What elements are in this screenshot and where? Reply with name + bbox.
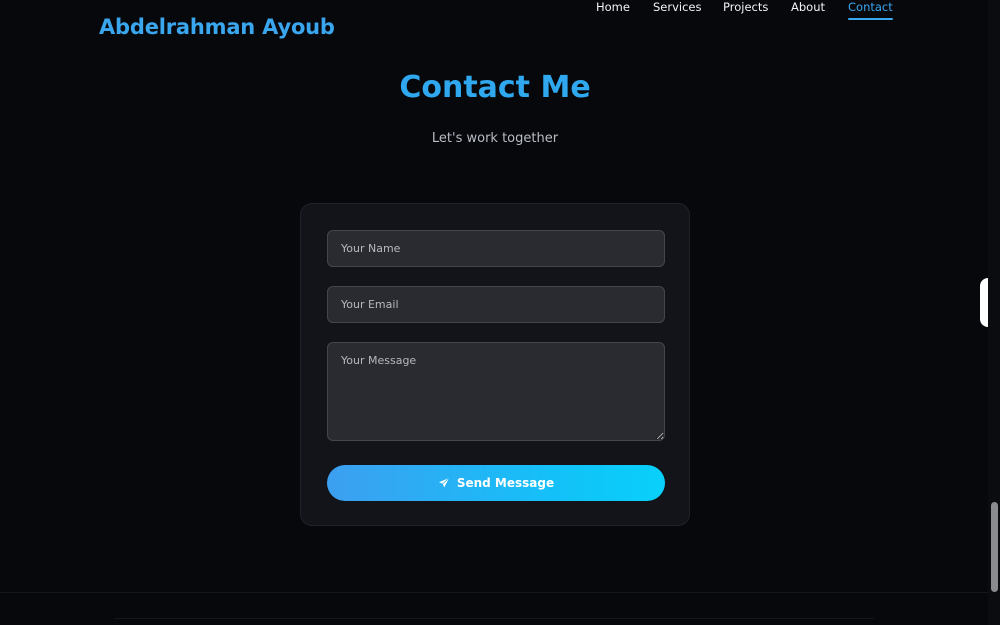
contact-subtitle: Let's work together [431, 131, 559, 146]
nav-about[interactable]: About [791, 0, 825, 14]
name-input[interactable] [327, 230, 665, 267]
send-message-label: Send Message [456, 476, 555, 490]
send-message-button[interactable]: Send Message [327, 465, 665, 501]
paper-plane-icon [438, 477, 450, 489]
scrollbar-thumb[interactable] [991, 502, 998, 592]
nav-contact[interactable]: Contact [848, 0, 893, 20]
footer-inner-divider [114, 618, 874, 619]
brand-logo[interactable]: Abdelrahman Ayoub [99, 15, 335, 39]
contact-title: Contact Me [399, 70, 591, 105]
contact-form: Send Message [300, 203, 690, 526]
footer-divider [0, 592, 988, 593]
message-textarea[interactable] [327, 342, 665, 441]
nav-home[interactable]: Home [596, 0, 630, 14]
nav-services[interactable]: Services [653, 0, 702, 14]
nav-projects[interactable]: Projects [723, 0, 768, 14]
navbar: Abdelrahman Ayoub Home Services Projects… [0, 0, 1000, 60]
email-input[interactable] [327, 286, 665, 323]
